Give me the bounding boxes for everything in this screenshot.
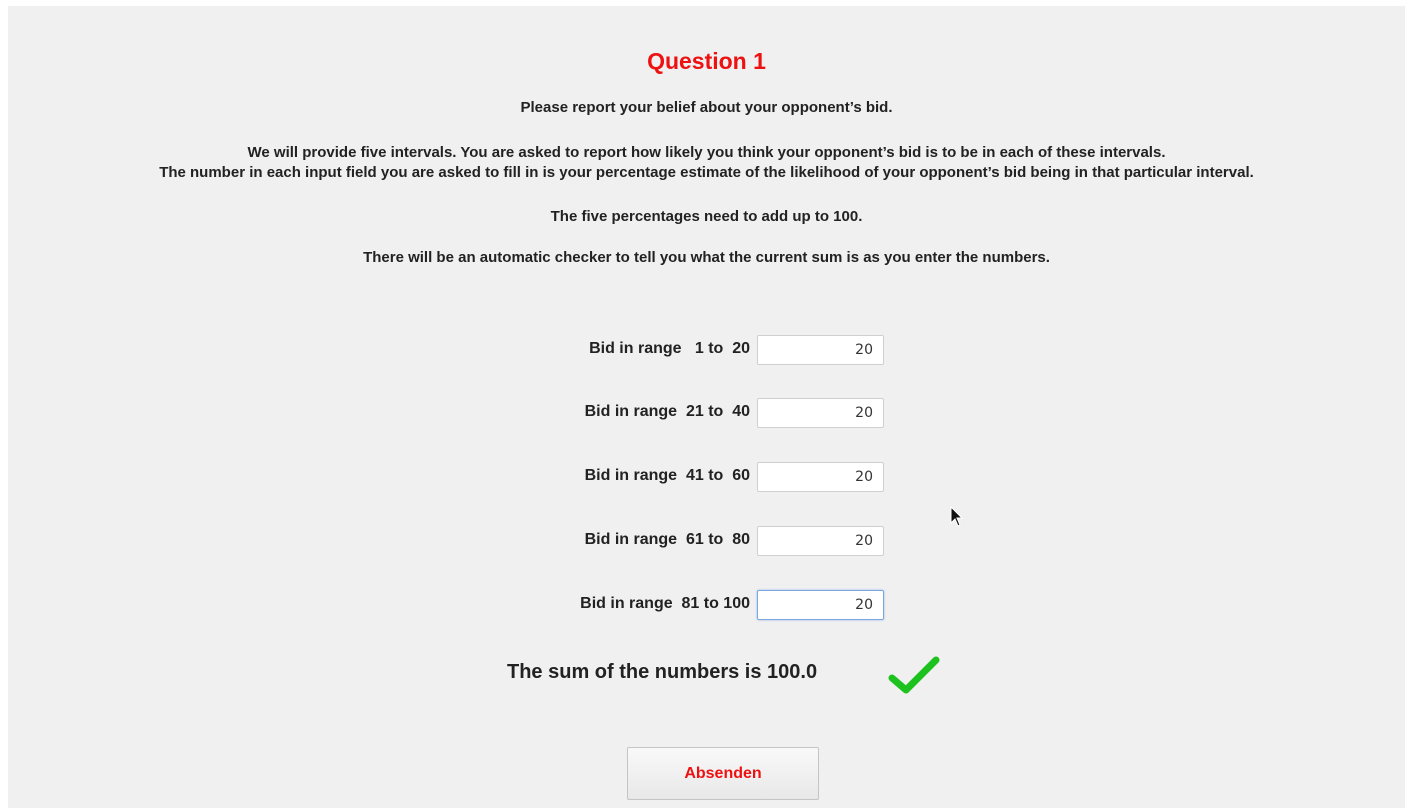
page-title: Question 1	[647, 48, 766, 74]
checkmark-icon	[888, 656, 940, 694]
instruction-belief: Please report your belief about your opp…	[520, 99, 893, 116]
bid-row-61-80: Bid in range 61 to 80	[8, 526, 1405, 556]
bid-input-61-80[interactable]	[757, 526, 884, 556]
bid-input-81-100[interactable]	[757, 590, 884, 620]
instruction-sum-100: The five percentages need to add up to 1…	[550, 208, 863, 225]
bid-row-1-20: Bid in range 1 to 20	[8, 335, 1405, 365]
bid-input-21-40[interactable]	[757, 398, 884, 428]
bid-label-1-20: Bid in range 1 to 20	[589, 340, 750, 357]
bid-input-1-20[interactable]	[757, 335, 884, 365]
submit-button[interactable]: Absenden	[627, 747, 819, 800]
bid-row-41-60: Bid in range 41 to 60	[8, 462, 1405, 492]
bid-label-41-60: Bid in range 41 to 60	[584, 467, 750, 484]
bid-row-21-40: Bid in range 21 to 40	[8, 398, 1405, 428]
instruction-intervals: We will provide five intervals. You are …	[247, 144, 1166, 161]
instruction-checker: There will be an automatic checker to te…	[363, 249, 1050, 266]
bid-label-61-80: Bid in range 61 to 80	[584, 531, 750, 548]
sum-readout: The sum of the numbers is 100.0	[507, 661, 818, 683]
bid-input-41-60[interactable]	[757, 462, 884, 492]
survey-page: Question 1 Please report your belief abo…	[8, 6, 1405, 808]
mouse-cursor-icon	[950, 506, 964, 527]
bid-row-81-100: Bid in range 81 to 100	[8, 590, 1405, 620]
bid-label-21-40: Bid in range 21 to 40	[584, 403, 750, 420]
bid-label-81-100: Bid in range 81 to 100	[580, 595, 750, 612]
instruction-percentages: The number in each input field you are a…	[159, 164, 1254, 181]
